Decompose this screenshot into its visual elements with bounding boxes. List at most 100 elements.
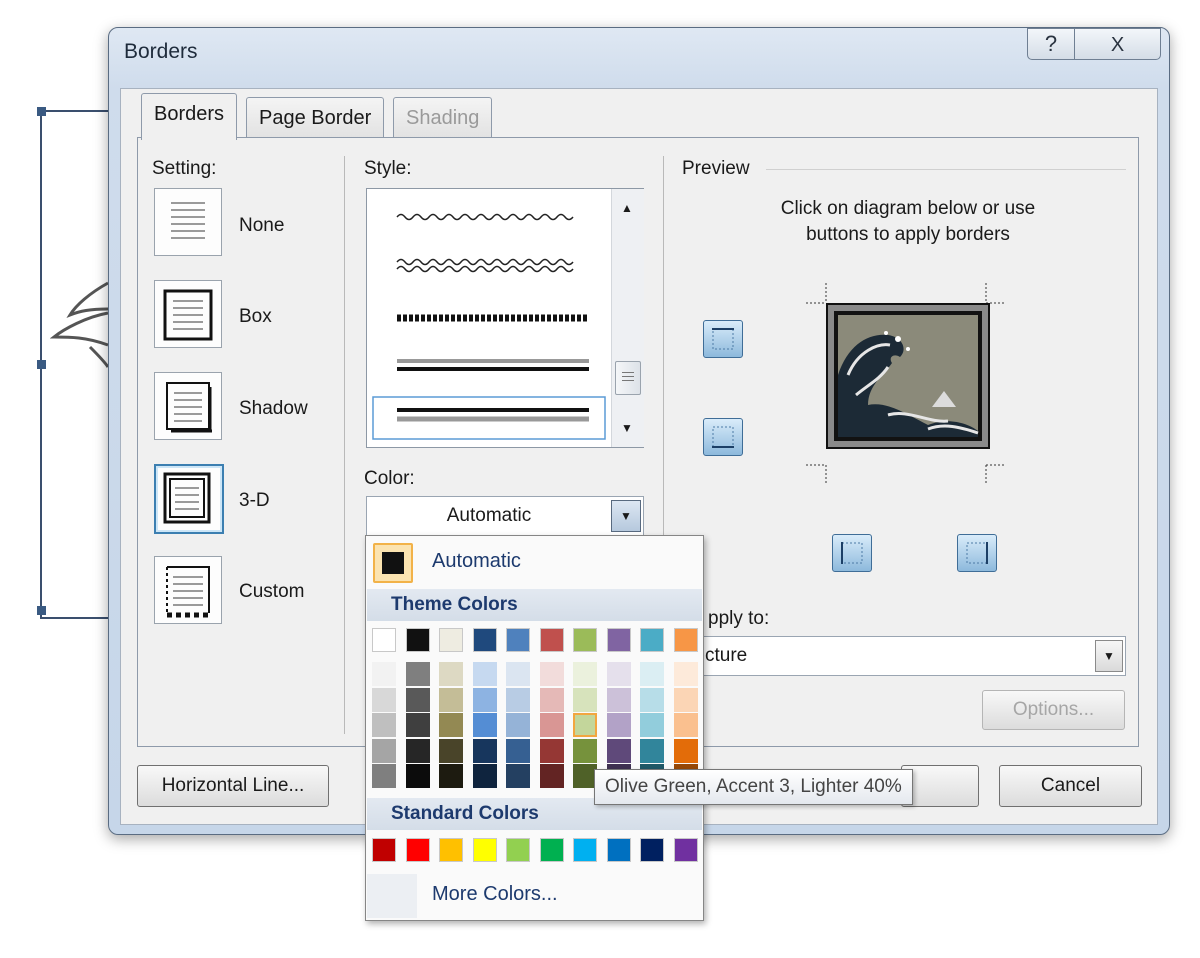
theme-shade-swatch[interactable]: [372, 764, 396, 789]
theme-color-swatch[interactable]: [372, 628, 396, 652]
theme-shade-swatch[interactable]: [506, 764, 530, 789]
theme-shade-swatch[interactable]: [640, 687, 664, 712]
theme-shade-swatch[interactable]: [539, 687, 564, 712]
theme-shade-swatch[interactable]: [673, 687, 698, 712]
theme-color-swatch[interactable]: [673, 628, 698, 652]
theme-shade-swatch[interactable]: [506, 738, 530, 763]
standard-color-swatch[interactable]: [606, 838, 631, 862]
theme-shade-swatch[interactable]: [472, 713, 497, 738]
theme-shade-swatch[interactable]: [673, 738, 698, 763]
setting-box-button[interactable]: [154, 280, 222, 348]
theme-shade-swatch[interactable]: [573, 662, 597, 686]
theme-shade-swatch[interactable]: [472, 687, 497, 712]
theme-color-swatch[interactable]: [640, 628, 664, 652]
theme-shade-swatch[interactable]: [573, 687, 597, 712]
theme-shade-swatch[interactable]: [506, 662, 530, 686]
help-button[interactable]: ?: [1027, 28, 1075, 60]
theme-color-swatch[interactable]: [573, 628, 597, 652]
theme-shade-swatch[interactable]: [372, 687, 396, 712]
more-colors-option[interactable]: More Colors...: [432, 883, 558, 906]
standard-color-swatch[interactable]: [506, 838, 530, 862]
color-dropdown-arrow-button[interactable]: ▼: [611, 500, 641, 532]
tab-borders[interactable]: Borders: [141, 93, 238, 140]
standard-color-swatch[interactable]: [640, 838, 664, 862]
theme-shade-swatch[interactable]: [673, 713, 698, 738]
theme-shade-swatch-hovered[interactable]: [573, 713, 597, 738]
theme-shade-swatch[interactable]: [640, 738, 664, 763]
standard-color-swatch[interactable]: [539, 838, 564, 862]
scroll-down-arrow-icon[interactable]: ▼: [621, 421, 633, 435]
resize-handle[interactable]: [37, 360, 46, 369]
theme-color-swatch[interactable]: [539, 628, 564, 652]
theme-shade-swatch[interactable]: [539, 662, 564, 686]
theme-shade-swatch[interactable]: [439, 662, 463, 686]
setting-3d-icon: [163, 472, 211, 524]
theme-shade-swatch[interactable]: [439, 687, 463, 712]
theme-shade-swatch[interactable]: [405, 662, 430, 686]
setting-none-button[interactable]: [154, 188, 222, 256]
theme-shade-swatch[interactable]: [539, 713, 564, 738]
color-dropdown[interactable]: Automatic ▼: [366, 496, 644, 536]
theme-shade-swatch[interactable]: [506, 713, 530, 738]
theme-shade-swatch[interactable]: [640, 713, 664, 738]
tab-shading: Shading: [393, 97, 493, 138]
scroll-thumb[interactable]: [615, 361, 641, 395]
theme-shade-swatch[interactable]: [472, 738, 497, 763]
theme-shade-swatch[interactable]: [405, 713, 430, 738]
horizontal-line-button[interactable]: Horizontal Line...: [137, 765, 329, 807]
theme-shade-swatch[interactable]: [439, 713, 463, 738]
setting-shadow-button[interactable]: [154, 372, 222, 440]
theme-shade-swatch[interactable]: [573, 738, 597, 763]
close-button[interactable]: X: [1074, 28, 1161, 60]
theme-shade-swatch[interactable]: [506, 687, 530, 712]
theme-color-swatch[interactable]: [506, 628, 530, 652]
automatic-color-option[interactable]: Automatic: [432, 550, 521, 573]
theme-shade-swatch[interactable]: [405, 738, 430, 763]
theme-shade-swatch[interactable]: [539, 764, 564, 789]
theme-shade-swatch[interactable]: [606, 687, 631, 712]
theme-color-swatch[interactable]: [472, 628, 497, 652]
automatic-color-swatch[interactable]: [373, 543, 413, 583]
setting-custom-button[interactable]: [154, 556, 222, 624]
theme-shade-swatch[interactable]: [472, 764, 497, 789]
theme-shade-swatch[interactable]: [606, 738, 631, 763]
setting-3d-button[interactable]: [154, 464, 224, 534]
standard-color-swatch[interactable]: [673, 838, 698, 862]
theme-shade-swatch[interactable]: [673, 662, 698, 686]
theme-color-swatch[interactable]: [405, 628, 430, 652]
theme-color-swatch[interactable]: [439, 628, 463, 652]
theme-shade-swatch[interactable]: [439, 764, 463, 789]
theme-shade-swatch[interactable]: [539, 738, 564, 763]
apply-to-dropdown[interactable]: cture ▼: [698, 636, 1126, 676]
theme-shade-swatch[interactable]: [606, 662, 631, 686]
standard-color-swatch[interactable]: [472, 838, 497, 862]
theme-shade-swatch[interactable]: [372, 662, 396, 686]
bottom-border-button[interactable]: [703, 418, 743, 456]
theme-shade-swatch[interactable]: [472, 662, 497, 686]
theme-shade-swatch[interactable]: [606, 713, 631, 738]
setting-box-label: Box: [239, 306, 272, 327]
theme-shade-swatch[interactable]: [439, 738, 463, 763]
theme-shade-swatch[interactable]: [372, 713, 396, 738]
left-border-button[interactable]: [832, 534, 872, 572]
theme-color-swatch[interactable]: [606, 628, 631, 652]
standard-color-swatch[interactable]: [573, 838, 597, 862]
preview-diagram[interactable]: [806, 283, 1006, 483]
tab-page-border[interactable]: Page Border: [246, 97, 385, 138]
standard-color-swatch[interactable]: [439, 838, 463, 862]
style-scrollbar[interactable]: ▲ ▼: [611, 189, 644, 447]
right-border-button[interactable]: [957, 534, 997, 572]
theme-shade-swatch[interactable]: [405, 764, 430, 789]
theme-shade-swatch[interactable]: [372, 738, 396, 763]
theme-shade-swatch[interactable]: [640, 662, 664, 686]
standard-color-swatch[interactable]: [372, 838, 396, 862]
scroll-up-arrow-icon[interactable]: ▲: [621, 201, 633, 215]
resize-handle[interactable]: [37, 107, 46, 116]
theme-shade-swatch[interactable]: [405, 687, 430, 712]
resize-handle[interactable]: [37, 606, 46, 615]
cancel-button[interactable]: Cancel: [999, 765, 1142, 807]
top-border-button[interactable]: [703, 320, 743, 358]
apply-to-arrow-button[interactable]: ▼: [1095, 640, 1123, 672]
standard-color-swatch[interactable]: [405, 838, 430, 862]
style-listbox[interactable]: ▲ ▼: [366, 188, 644, 448]
